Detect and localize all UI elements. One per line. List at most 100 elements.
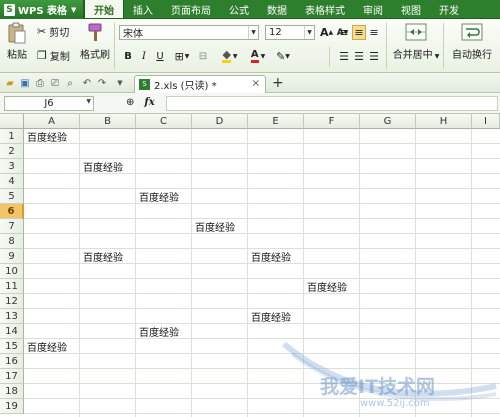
cell-b3[interactable]: 百度经验 — [81, 159, 123, 174]
column-header-b[interactable]: B — [80, 114, 136, 129]
font-color-button[interactable]: A ▼ — [246, 49, 270, 64]
grow-font-button[interactable]: A ▲ — [320, 25, 333, 40]
customize-toolbar-icon[interactable]: ▼ — [113, 76, 127, 90]
column-header-g[interactable]: G — [360, 114, 416, 129]
tab-developer[interactable]: 开发 — [430, 0, 468, 18]
align-left-button[interactable]: ☰ — [337, 49, 351, 64]
print-preview-icon[interactable]: ⌕ — [63, 76, 77, 90]
column-header-i[interactable]: I — [472, 114, 500, 129]
row-header-5[interactable]: 5 — [0, 189, 24, 204]
copy-button[interactable]: ❐ 复制 — [37, 48, 70, 63]
zoom-icon[interactable]: ⊕ — [126, 97, 134, 108]
cell-b9[interactable]: 百度经验 — [81, 249, 123, 264]
row-header-14[interactable]: 14 — [0, 324, 24, 339]
bold-button[interactable]: B — [122, 49, 134, 64]
borders-button[interactable]: ⊞ ▼ — [171, 49, 193, 64]
cell-style-button[interactable]: ⊟ — [196, 49, 210, 64]
row-header-13[interactable]: 13 — [0, 309, 24, 324]
close-tab-icon[interactable]: × — [252, 78, 260, 89]
row-header-2[interactable]: 2 — [0, 144, 24, 159]
row-header-8[interactable]: 8 — [0, 234, 24, 249]
cell-f11[interactable]: 百度经验 — [305, 279, 347, 294]
app-menu-button[interactable]: S WPS 表格 ▼ — [0, 0, 84, 19]
document-tab[interactable]: S 2.xls (只读) * × — [134, 75, 266, 93]
tab-insert[interactable]: 插入 — [124, 0, 162, 18]
cell-e9[interactable]: 百度经验 — [249, 249, 291, 264]
chevron-down-icon: ▼ — [86, 98, 91, 105]
ribbon-separator — [386, 23, 387, 69]
cell-c5[interactable]: 百度经验 — [137, 189, 179, 204]
tab-page-layout[interactable]: 页面布局 — [162, 0, 220, 18]
redo-icon[interactable]: ↷ — [95, 76, 109, 90]
fill-color-button[interactable]: ◆ ▼ — [218, 49, 242, 64]
font-size-select[interactable]: 12 ▼ — [265, 25, 315, 40]
cell-e13[interactable]: 百度经验 — [249, 309, 291, 324]
column-header-c[interactable]: C — [136, 114, 192, 129]
row-header-6[interactable]: 6 — [0, 204, 24, 219]
new-tab-button[interactable]: + — [272, 75, 284, 91]
tab-data[interactable]: 数据 — [258, 0, 296, 18]
undo-icon[interactable]: ↶ — [80, 76, 94, 90]
underline-icon: U — [156, 51, 164, 62]
row-header-7[interactable]: 7 — [0, 219, 24, 234]
cut-button[interactable]: ✂ 剪切 — [37, 24, 69, 39]
tab-formulas[interactable]: 公式 — [220, 0, 258, 18]
format-painter-button[interactable]: 格式刷 — [80, 23, 110, 61]
row-header-18[interactable]: 18 — [0, 384, 24, 399]
align-bottom-icon: ≡ — [369, 26, 379, 39]
watermark-text: 我爱IT技术网 — [320, 376, 436, 398]
column-header-f[interactable]: F — [304, 114, 360, 129]
row-header-11[interactable]: 11 — [0, 279, 24, 294]
tab-view[interactable]: 视图 — [392, 0, 430, 18]
underline-button[interactable]: U — [154, 49, 166, 64]
row-header-10[interactable]: 10 — [0, 264, 24, 279]
column-header-d[interactable]: D — [192, 114, 248, 129]
align-bottom-button[interactable]: ≡ — [367, 25, 381, 40]
column-header-e[interactable]: E — [248, 114, 304, 129]
ribbon-separator — [329, 47, 330, 67]
row-header-3[interactable]: 3 — [0, 159, 24, 174]
row-header-17[interactable]: 17 — [0, 369, 24, 384]
tab-review[interactable]: 审阅 — [354, 0, 392, 18]
name-box[interactable]: J6 ▼ — [4, 96, 94, 111]
font-name-select[interactable]: 宋体 ▼ — [119, 25, 259, 40]
paste-button[interactable]: 粘贴 — [3, 22, 31, 61]
italic-button[interactable]: I — [138, 49, 150, 64]
document-tab-title: 2.xls (只读) * — [154, 81, 217, 92]
align-center-button[interactable]: ☰ — [352, 49, 366, 64]
merge-center-button[interactable]: 合并居中 ▼ — [390, 22, 442, 61]
align-top-button[interactable]: ≡ — [337, 25, 351, 40]
row-header-1[interactable]: 1 — [0, 129, 24, 144]
print-icon[interactable]: ⎚ — [48, 76, 62, 90]
wrap-text-button[interactable]: 自动换行 — [446, 22, 498, 61]
cell-a15[interactable]: 百度经验 — [25, 339, 67, 354]
row-header-15[interactable]: 15 — [0, 339, 24, 354]
row-header-16[interactable]: 16 — [0, 354, 24, 369]
clear-format-button[interactable]: ✎ ▼ — [274, 49, 292, 64]
row-header-9[interactable]: 9 — [0, 249, 24, 264]
chevron-down-icon: ▼ — [184, 53, 190, 60]
align-middle-button[interactable]: ≡ — [352, 25, 366, 40]
row-header-12[interactable]: 12 — [0, 294, 24, 309]
export-icon[interactable]: ⎙ — [33, 76, 47, 90]
align-right-button[interactable]: ☰ — [367, 49, 381, 64]
tab-table-style[interactable]: 表格样式 — [296, 0, 354, 18]
row-header-4[interactable]: 4 — [0, 174, 24, 189]
tab-home[interactable]: 开始 — [84, 0, 124, 18]
wps-logo-icon: S — [4, 3, 15, 16]
grid-row-line — [24, 233, 500, 234]
open-folder-icon[interactable]: ▰ — [3, 76, 17, 90]
grid-row-line — [24, 368, 500, 369]
cell-c14[interactable]: 百度经验 — [137, 324, 179, 339]
wrap-text-label: 自动换行 — [452, 50, 492, 61]
cell-a1[interactable]: 百度经验 — [25, 129, 67, 144]
column-header-a[interactable]: A — [24, 114, 80, 129]
save-icon[interactable]: ▣ — [18, 76, 32, 90]
cell-d7[interactable]: 百度经验 — [193, 219, 235, 234]
scissors-icon: ✂ — [37, 25, 47, 38]
row-header-19[interactable]: 19 — [0, 399, 24, 414]
formula-input[interactable] — [166, 96, 498, 111]
column-header-h[interactable]: H — [416, 114, 472, 129]
select-all-corner[interactable] — [0, 114, 24, 129]
insert-function-icon[interactable]: fx — [144, 97, 154, 108]
